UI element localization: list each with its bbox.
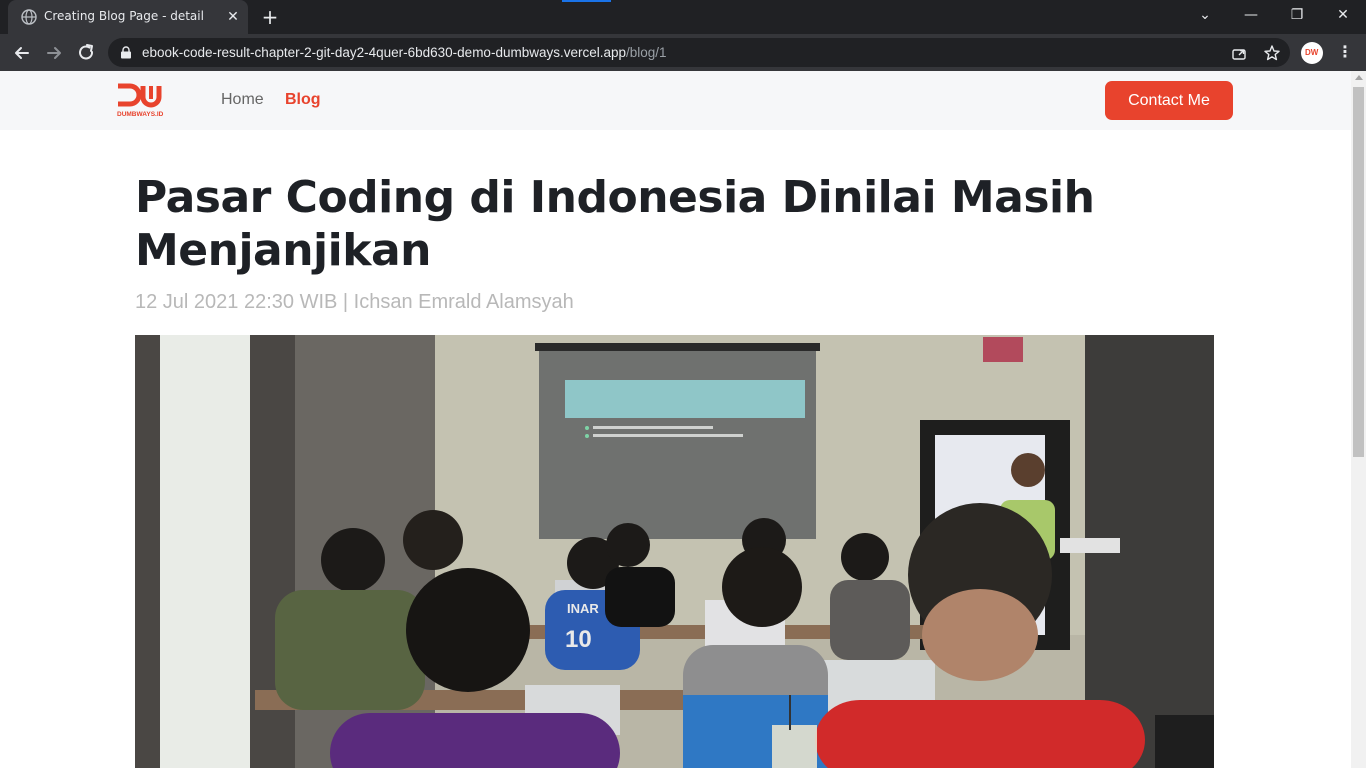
post-meta: 12 Jul 2021 22:30 WIB | Ichsan Emrald Al…: [135, 291, 574, 313]
photo-jersey-number: 10: [565, 626, 592, 653]
new-tab-button[interactable]: +: [258, 6, 282, 30]
browser-tab-active[interactable]: Creating Blog Page - detail ✕: [8, 0, 248, 34]
url-host: ebook-code-result-chapter-2-git-day2-4qu…: [142, 45, 627, 60]
bookmark-star-icon[interactable]: [1263, 44, 1281, 62]
globe-icon: [21, 9, 37, 25]
url-text: ebook-code-result-chapter-2-git-day2-4qu…: [142, 45, 667, 60]
url-path: /blog/1: [626, 45, 667, 60]
close-tab-icon[interactable]: ✕: [224, 8, 242, 26]
tab-strip: Creating Blog Page - detail ✕ + ⌄ — ❐ ✕: [0, 0, 1366, 34]
post-image: INAR 10: [135, 335, 1214, 768]
scroll-up-arrow-icon[interactable]: [1355, 75, 1363, 80]
share-icon[interactable]: [1230, 44, 1248, 62]
address-bar[interactable]: ebook-code-result-chapter-2-git-day2-4qu…: [108, 38, 1290, 67]
dumbways-logo[interactable]: DUMBWAYS.ID: [116, 83, 168, 119]
page-scrollbar[interactable]: [1351, 71, 1366, 768]
reload-icon[interactable]: [73, 40, 99, 66]
browser-toolbar: ebook-code-result-chapter-2-git-day2-4qu…: [0, 34, 1366, 71]
close-window-button[interactable]: ✕: [1325, 4, 1361, 28]
forward-arrow-icon[interactable]: [41, 40, 67, 66]
profile-label: DW: [1305, 48, 1319, 57]
profile-avatar[interactable]: DW: [1301, 42, 1323, 64]
nav-blog-link[interactable]: Blog: [285, 91, 321, 109]
browser-menu-icon[interactable]: ⋮: [1335, 42, 1355, 64]
minimize-button[interactable]: —: [1233, 4, 1269, 28]
contact-me-button[interactable]: Contact Me: [1105, 81, 1233, 120]
nav-home-link[interactable]: Home: [221, 91, 264, 109]
tab-title: Creating Blog Page - detail: [44, 9, 204, 23]
lock-icon: [121, 46, 131, 59]
restore-button[interactable]: ❐: [1279, 4, 1315, 28]
scrollbar-thumb[interactable]: [1353, 87, 1364, 457]
back-arrow-icon[interactable]: [9, 40, 35, 66]
post-title: Pasar Coding di Indonesia Dinilai Masih …: [135, 172, 1095, 276]
photo-jersey-text: INAR: [567, 601, 599, 616]
logo-wordmark: DUMBWAYS.ID: [117, 111, 164, 118]
chevron-down-icon[interactable]: ⌄: [1187, 4, 1223, 28]
tab-strip-accent: [562, 0, 611, 2]
page-viewport: DUMBWAYS.ID Home Blog Contact Me Pasar C…: [0, 71, 1351, 768]
site-navbar: DUMBWAYS.ID Home Blog Contact Me: [0, 71, 1351, 130]
